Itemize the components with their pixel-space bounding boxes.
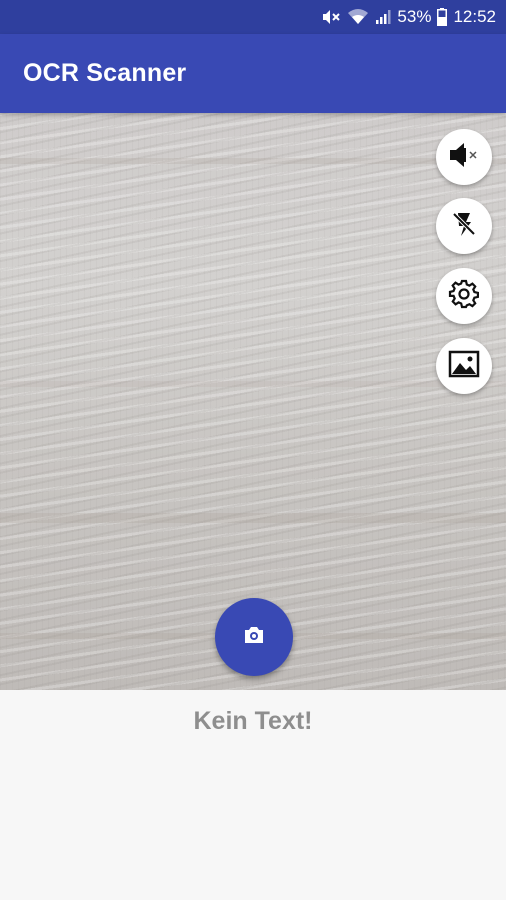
- status-bar: 53% 12:52: [0, 0, 506, 34]
- settings-button[interactable]: [436, 268, 492, 324]
- flash-off-icon: [449, 209, 479, 244]
- signal-icon: [375, 9, 391, 25]
- battery-icon: [437, 8, 448, 26]
- wood-grain: [0, 381, 506, 387]
- wood-grain: [0, 158, 506, 164]
- settings-icon: [448, 278, 480, 315]
- app-bar: OCR Scanner: [0, 34, 506, 113]
- wifi-icon: [347, 8, 369, 26]
- result-panel: Kein Text!: [0, 690, 506, 900]
- app-title: OCR Scanner: [23, 59, 187, 87]
- capture-button[interactable]: [215, 598, 293, 676]
- wood-grain: [0, 513, 506, 523]
- flash-toggle-button[interactable]: [436, 198, 492, 254]
- result-text: Kein Text!: [193, 707, 313, 735]
- volume-muted-icon: [321, 8, 341, 26]
- camera-icon: [242, 625, 266, 650]
- gallery-icon: [448, 350, 480, 383]
- gallery-button[interactable]: [436, 338, 492, 394]
- battery-percent: 53%: [397, 7, 432, 26]
- sound-toggle-button[interactable]: [436, 129, 492, 185]
- sound-off-icon: [447, 140, 481, 175]
- status-time: 12:52: [453, 7, 496, 26]
